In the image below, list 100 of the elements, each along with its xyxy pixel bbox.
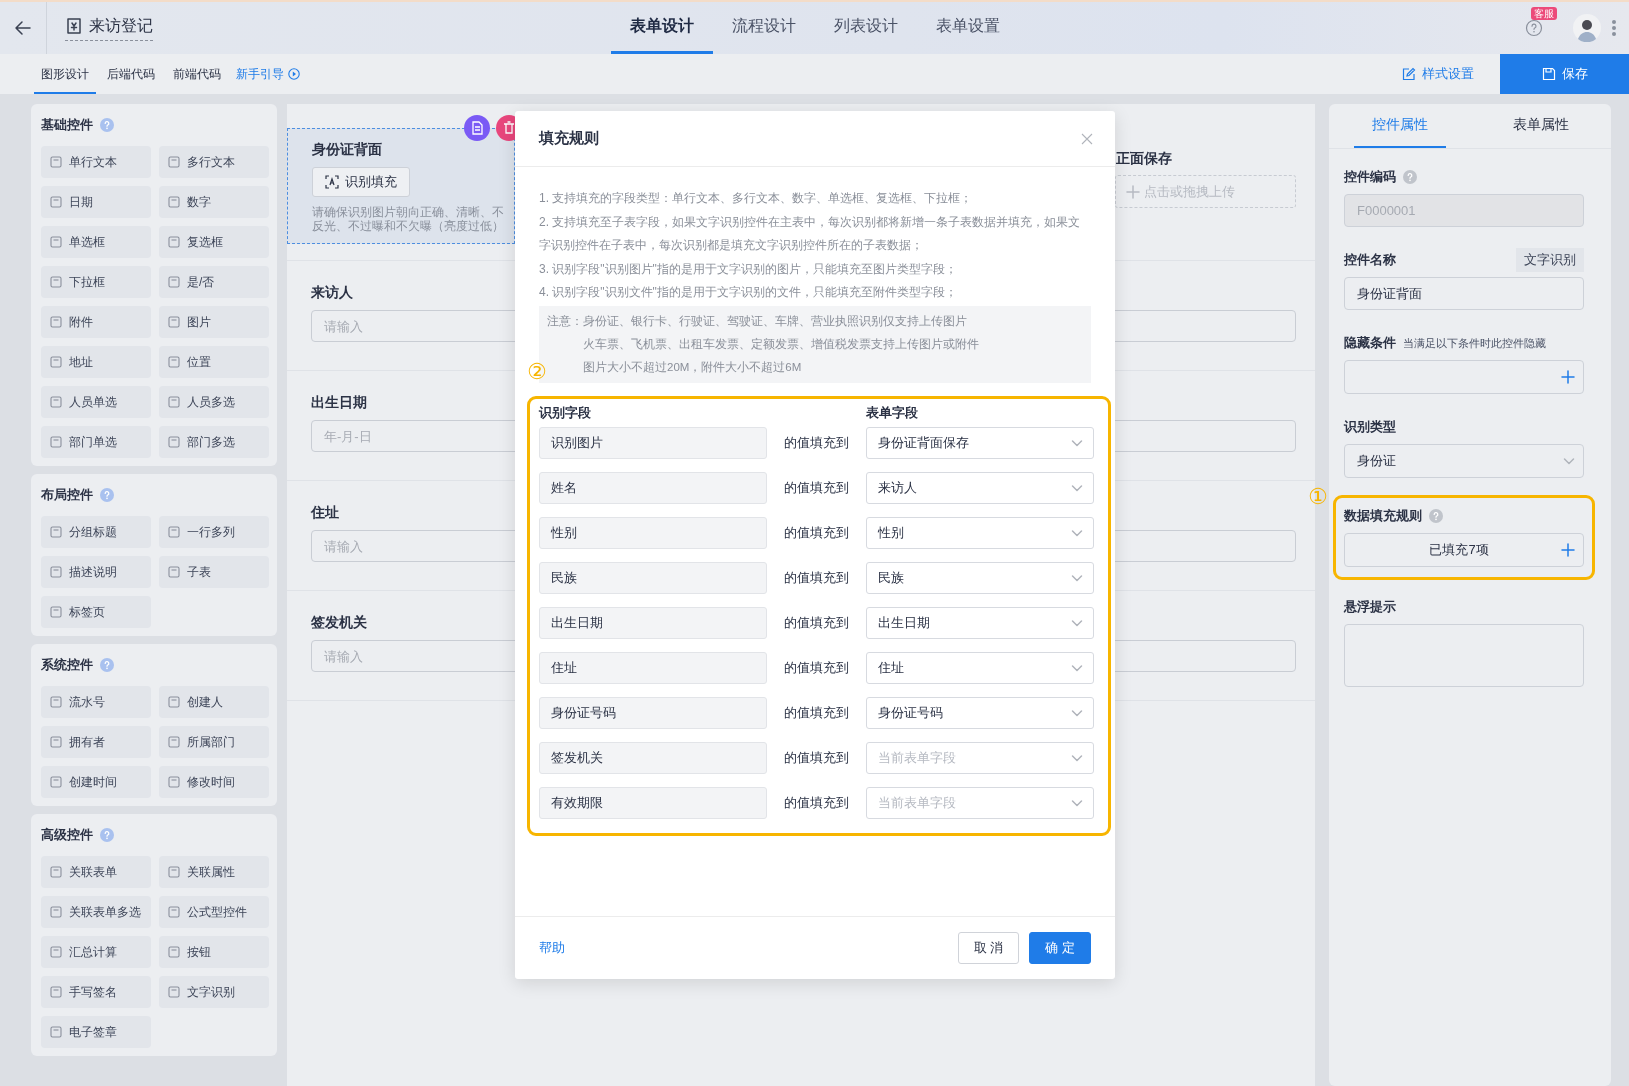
control-item[interactable]: 单行文本: [41, 146, 151, 178]
square-icon: [50, 566, 62, 578]
control-item[interactable]: 汇总计算: [41, 936, 151, 968]
style-settings-button[interactable]: 样式设置: [1376, 54, 1500, 94]
service-badge[interactable]: 客服: [1531, 7, 1557, 20]
more-icon[interactable]: [1611, 19, 1617, 37]
text-input[interactable]: 身份证背面: [1344, 277, 1584, 310]
control-item[interactable]: 下拉框: [41, 266, 151, 298]
mode-tab[interactable]: 图形设计: [34, 56, 96, 94]
control-item[interactable]: 关联属性: [159, 856, 269, 888]
control-item[interactable]: 流水号: [41, 686, 151, 718]
note-text: 4. 识别字段"识别文件"指的是用于文字识别的文件，只能填充至附件类型字段；: [539, 284, 958, 301]
control-item[interactable]: 拥有者: [41, 726, 151, 758]
control-item[interactable]: 人员多选: [159, 386, 269, 418]
help-link[interactable]: 帮助: [539, 939, 565, 957]
back-arrow-icon[interactable]: [14, 19, 32, 37]
nav-tab[interactable]: 表单设置: [916, 2, 1019, 54]
connector-text: 的值填充到: [783, 658, 850, 677]
condition-field[interactable]: [1344, 360, 1584, 394]
save-button[interactable]: 保存: [1500, 54, 1629, 94]
select-field[interactable]: 身份证: [1344, 444, 1584, 478]
control-item[interactable]: 电子签章: [41, 1016, 151, 1048]
control-item[interactable]: 创建时间: [41, 766, 151, 798]
connector-text: 的值填充到: [783, 478, 850, 497]
control-item[interactable]: 部门单选: [41, 426, 151, 458]
control-item[interactable]: 人员单选: [41, 386, 151, 418]
control-item[interactable]: 关联表单多选: [41, 896, 151, 928]
select-field[interactable]: 性别: [866, 516, 1094, 549]
control-item[interactable]: 图片: [159, 306, 269, 338]
square-icon: [50, 906, 62, 918]
guide-link[interactable]: 新手引导: [232, 54, 304, 94]
connector-text: 的值填充到: [783, 793, 850, 812]
control-item[interactable]: 地址: [41, 346, 151, 378]
control-item[interactable]: 一行多列: [159, 516, 269, 548]
select-field[interactable]: 身份证号码: [866, 696, 1094, 729]
fill-rule-button[interactable]: 已填充7项: [1344, 533, 1584, 567]
control-item[interactable]: 复选框: [159, 226, 269, 258]
form-title[interactable]: 来访登记: [65, 15, 153, 41]
cancel-button[interactable]: 取 消: [957, 932, 1020, 964]
nav-tab[interactable]: 流程设计: [712, 2, 815, 54]
close-icon[interactable]: [1081, 132, 1093, 145]
play-icon: [288, 68, 300, 80]
section-title: 基础控件: [41, 116, 93, 134]
select-field[interactable]: 身份证背面保存: [866, 426, 1094, 459]
recognize-button[interactable]: 识别填充: [312, 167, 410, 197]
control-item[interactable]: 是/否: [159, 266, 269, 298]
help-icon[interactable]: [1525, 19, 1543, 37]
control-item[interactable]: 部门多选: [159, 426, 269, 458]
control-item[interactable]: 多行文本: [159, 146, 269, 178]
source-field: 住址: [539, 651, 767, 684]
panel-tab[interactable]: 表单属性: [1494, 104, 1587, 148]
chevron-down-icon: [1563, 455, 1575, 467]
control-item[interactable]: 手写签名: [41, 976, 151, 1008]
control-item[interactable]: 日期: [41, 186, 151, 218]
select-field[interactable]: 民族: [866, 561, 1094, 594]
control-item[interactable]: 所属部门: [159, 726, 269, 758]
control-item[interactable]: 单选框: [41, 226, 151, 258]
control-item[interactable]: 按钮: [159, 936, 269, 968]
control-item[interactable]: 分组标题: [41, 516, 151, 548]
confirm-button[interactable]: 确 定: [1029, 932, 1091, 964]
square-icon: [50, 606, 62, 618]
square-icon: [50, 276, 62, 288]
field-card[interactable]: 身份证背面 识别填充 请确保识别图片朝向正确、清晰、不反光、不过曝和不欠曝（亮度过低）: [287, 128, 515, 244]
select-field[interactable]: 住址: [866, 651, 1094, 684]
square-icon: [50, 436, 62, 448]
control-item[interactable]: 描述说明: [41, 556, 151, 588]
control-item[interactable]: 标签页: [41, 596, 151, 628]
column-header: 表单字段: [866, 403, 919, 422]
control-item[interactable]: 关联表单: [41, 856, 151, 888]
mode-tab[interactable]: 后端代码: [100, 56, 162, 94]
control-item[interactable]: 数字: [159, 186, 269, 218]
square-icon: [50, 196, 62, 208]
control-item[interactable]: 附件: [41, 306, 151, 338]
square-icon: [50, 1026, 62, 1038]
control-item[interactable]: 修改时间: [159, 766, 269, 798]
source-field: 性别: [539, 516, 767, 549]
save-icon: [1541, 67, 1556, 81]
avatar[interactable]: [1573, 14, 1601, 42]
control-item[interactable]: 公式型控件: [159, 896, 269, 928]
panel-tab[interactable]: 控件属性: [1353, 104, 1446, 148]
notice-label: 注意：: [547, 313, 583, 329]
select-field[interactable]: 来访人: [866, 471, 1094, 504]
connector-text: 的值填充到: [783, 433, 850, 452]
nav-tab[interactable]: 列表设计: [814, 2, 917, 54]
square-icon: [168, 776, 180, 788]
control-item[interactable]: 创建人: [159, 686, 269, 718]
control-item[interactable]: 文字识别: [159, 976, 269, 1008]
mode-tab[interactable]: 前端代码: [166, 56, 228, 94]
column-header: 识别字段: [539, 403, 592, 422]
control-item[interactable]: 位置: [159, 346, 269, 378]
control-item[interactable]: 子表: [159, 556, 269, 588]
field-label: 数据填充规则: [1344, 507, 1422, 525]
square-icon: [50, 156, 62, 168]
square-icon: [50, 356, 62, 368]
document-icon: [65, 17, 83, 35]
source-field: 有效期限: [539, 786, 767, 819]
source-field: 姓名: [539, 471, 767, 504]
select-field[interactable]: 出生日期: [866, 606, 1094, 639]
source-field: 民族: [539, 561, 767, 594]
notice-text: 图片大小不超过20M，附件大小不超过6M: [583, 359, 803, 375]
